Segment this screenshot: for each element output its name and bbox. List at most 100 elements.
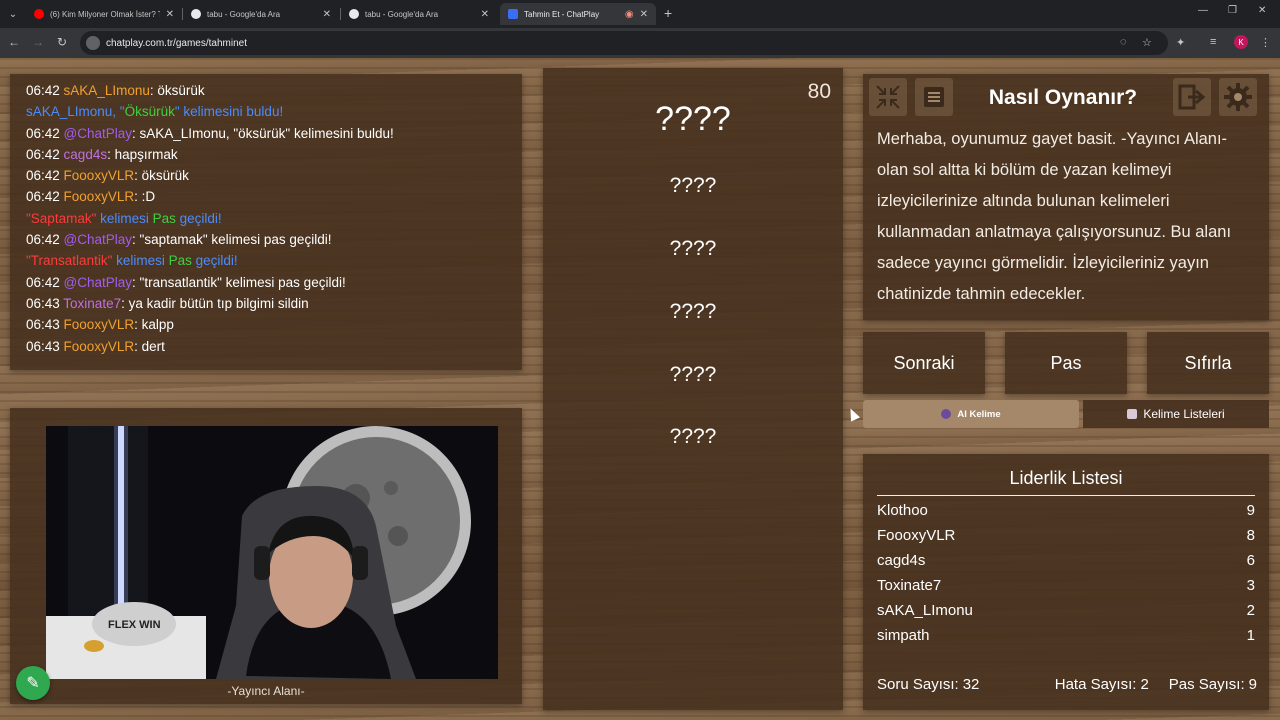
message-time: 06:42 <box>26 189 64 205</box>
message-username[interactable]: FoooxyVLR <box>64 317 135 332</box>
eye-off-icon[interactable]: ◌ <box>1120 36 1127 48</box>
system-message-text: Öksürük <box>124 104 175 120</box>
message-time: 06:42 <box>26 146 64 162</box>
pass-count-label: Pas Sayısı: <box>1168 676 1245 693</box>
message-time: 06:42 <box>26 274 64 290</box>
back-icon[interactable]: ← <box>6 35 22 49</box>
target-word: ???? <box>655 100 731 138</box>
error-count: 2 <box>1140 676 1149 693</box>
browser-tab-2[interactable]: tabu - Google'da Ara ✕ <box>183 3 339 25</box>
close-tab-icon[interactable]: ✕ <box>323 9 331 20</box>
message-text: : öksürük <box>149 83 205 98</box>
forbidden-word: ???? <box>669 300 717 323</box>
streamer-area: FLEX WIN -Yayıncı Alanı- <box>10 408 522 704</box>
tab-label: tabu - Google'da Ara <box>207 9 281 19</box>
collapse-button[interactable] <box>869 78 907 116</box>
menu-icon[interactable]: ⋮ <box>1260 36 1271 49</box>
message-username[interactable]: cagd4s <box>64 147 108 162</box>
browser-tab-active[interactable]: Tahmin Et - ChatPlay ◉ ✕ <box>500 3 656 25</box>
word-lists-button[interactable]: Kelime Listeleri <box>1083 400 1269 428</box>
chat-message: 06:42 FoooxyVLR: öksürük <box>26 165 522 186</box>
google-icon <box>191 9 201 19</box>
message-text: : dert <box>134 338 165 354</box>
message-username[interactable]: sAKA_LImonu <box>64 83 150 98</box>
message-username[interactable]: FoooxyVLR <box>64 189 135 204</box>
message-username[interactable]: FoooxyVLR <box>64 168 135 183</box>
pass-button[interactable]: Pas <box>1005 332 1127 394</box>
minimize-icon[interactable]: — <box>1198 5 1208 16</box>
question-count-label: Soru Sayısı: <box>877 676 959 693</box>
browser-tab-bar: ⌄ (6) Kim Milyoner Olmak İster? T ✕ tabu… <box>0 0 1280 28</box>
message-time: 06:43 <box>26 295 64 311</box>
message-username[interactable]: @ChatPlay <box>64 232 132 247</box>
reload-icon[interactable]: ↻ <box>54 35 70 49</box>
extensions-icon[interactable]: ✦ <box>1176 36 1185 49</box>
how-to-play-title: Nasıl Oynanır? <box>988 86 1138 109</box>
media-icon[interactable]: ≡ <box>1210 36 1216 48</box>
message-username[interactable]: @ChatPlay <box>64 126 132 141</box>
forward-icon[interactable]: → <box>30 35 46 49</box>
next-button[interactable]: Sonraki <box>863 332 985 394</box>
message-username[interactable]: @ChatPlay <box>64 275 132 290</box>
message-text: : hapşırmak <box>107 146 178 162</box>
close-tab-icon[interactable]: ✕ <box>481 9 489 20</box>
forbidden-word: ???? <box>669 425 717 448</box>
message-username[interactable]: FoooxyVLR <box>64 339 135 354</box>
player-name: cagd4s <box>877 552 926 569</box>
webcam-feed: FLEX WIN <box>46 426 498 679</box>
browser-tab-1[interactable]: (6) Kim Milyoner Olmak İster? T ✕ <box>26 3 182 25</box>
message-username[interactable]: Toxinate7 <box>63 296 121 311</box>
word-panel: 80 ???? ???? ???? ???? ???? ???? <box>543 68 843 710</box>
new-tab-icon[interactable]: + <box>664 5 672 21</box>
close-tab-icon[interactable]: ✕ <box>640 9 648 20</box>
robot-icon <box>941 409 952 419</box>
system-message-text: geçildi! <box>191 253 238 269</box>
chat-message: 06:43 FoooxyVLR: kalpp <box>26 314 522 335</box>
player-name: Klothoo <box>877 502 928 519</box>
exit-button[interactable] <box>1173 78 1211 116</box>
message-text: : "saptamak" kelimesi pas geçildi! <box>132 232 332 248</box>
player-score: 3 <box>1246 577 1255 594</box>
message-text: : öksürük <box>134 168 189 184</box>
browser-tab-3[interactable]: tabu - Google'da Ara ✕ <box>341 3 497 25</box>
reset-button[interactable]: Sıfırla <box>1147 332 1269 394</box>
bookmark-star-icon[interactable]: ☆ <box>1142 36 1152 49</box>
question-count: 32 <box>962 676 980 693</box>
edit-fab-button[interactable]: ✎ <box>16 666 50 700</box>
tab-label: tabu - Google'da Ara <box>365 9 439 19</box>
document-icon <box>924 87 944 107</box>
ai-word-button[interactable]: AI Kelime <box>863 400 1079 428</box>
address-bar[interactable]: chatplay.com.tr/games/tahminet <box>80 31 1168 55</box>
maximize-icon[interactable]: ❐ <box>1228 5 1237 16</box>
chat-message: 06:43 FoooxyVLR: dert <box>26 336 522 357</box>
system-message-text: Pas <box>168 253 192 269</box>
leaderboard-row: sAKA_LImonu 2 <box>877 602 1255 626</box>
how-to-play-panel: Nasıl Oynanır? Merhaba, oyunumuz gayet b… <box>863 74 1269 320</box>
tab-search-icon[interactable]: ⌄ <box>4 5 22 23</box>
site-info-icon[interactable] <box>86 36 100 50</box>
profile-avatar[interactable]: K <box>1234 35 1248 49</box>
game-page: 06:42 sAKA_LImonu: öksürük sAKA_LImonu, "… <box>0 58 1280 720</box>
how-to-play-text: Merhaba, oyunumuz gayet basit. -Yayıncı … <box>877 130 1232 303</box>
google-icon <box>349 9 359 19</box>
notes-button[interactable] <box>915 78 953 116</box>
player-score: 8 <box>1246 527 1255 544</box>
collapse-icon <box>876 85 900 109</box>
chat-message: 06:42 @ChatPlay: "transatlantik" kelimes… <box>26 272 522 293</box>
forbidden-word: ???? <box>669 237 717 260</box>
chat-message: sAKA_LImonu, "Öksürük" kelimesini buldu! <box>26 101 522 122</box>
error-count-label: Hata Sayısı: <box>1054 676 1137 693</box>
pass-count: 9 <box>1248 676 1257 693</box>
url-text: chatplay.com.tr/games/tahminet <box>106 37 247 49</box>
settings-button[interactable] <box>1219 78 1257 116</box>
close-tab-icon[interactable]: ✕ <box>166 9 174 20</box>
chat-message: 06:42 sAKA_LImonu: öksürük <box>26 80 522 101</box>
message-time: 06:42 <box>26 83 64 98</box>
message-time: 06:42 <box>26 125 64 141</box>
system-message-text: " kelimesini buldu! <box>174 104 284 120</box>
player-score: 9 <box>1246 502 1255 519</box>
message-time: 06:43 <box>26 338 64 354</box>
youtube-icon <box>34 9 44 19</box>
streamer-area-label: -Yayıncı Alanı- <box>227 684 305 698</box>
close-window-icon[interactable]: ✕ <box>1258 5 1266 16</box>
